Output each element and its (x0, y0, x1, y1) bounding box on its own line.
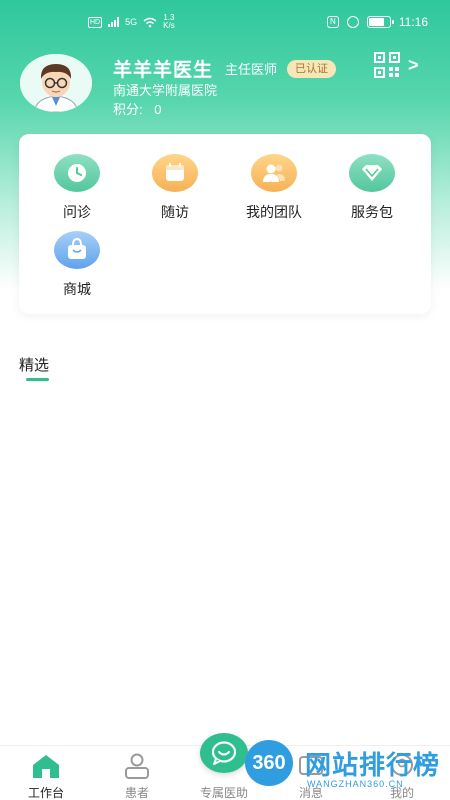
nav-messages-label: 消息 (298, 786, 323, 800)
network-speed: 1.3 K/s (163, 14, 175, 30)
battery-icon (366, 16, 394, 28)
profile-name-row: 羊羊羊医生 主任医师 已认证 (113, 55, 337, 82)
quick-actions-card: 问诊 随访 我的团队 服务包 商城 (19, 134, 431, 314)
clock-icon (54, 154, 100, 192)
certified-badge: 已认证 (287, 59, 337, 78)
battery-fill (368, 18, 385, 26)
profile-chevron-right-icon[interactable]: > (408, 55, 419, 76)
nfc-icon: N (326, 16, 339, 28)
hd-badge: HD (88, 16, 103, 28)
points-row: 积分: 0 (113, 99, 161, 118)
featured-tab[interactable]: 精选 (19, 354, 49, 375)
points-value: 0 (154, 102, 162, 117)
signal-label: 5G (125, 17, 138, 27)
doctor-title: 主任医师 (225, 62, 278, 77)
nav-patients-label: 患者 (124, 786, 149, 800)
points-label: 积分: (113, 102, 143, 117)
message-icon (279, 752, 343, 782)
nav-mine-label: 我的 (389, 786, 414, 800)
nav-assistant-label: 专属医助 (199, 786, 248, 800)
action-mall-label: 商城 (63, 281, 91, 297)
doctor-name: 羊羊羊医生 (113, 60, 214, 81)
action-mall[interactable]: 商城 (28, 231, 126, 299)
assistant-chat-button[interactable] (200, 733, 248, 773)
signal-icon (108, 17, 120, 27)
nav-patients[interactable]: 患者 (105, 746, 169, 800)
doctor-avatar[interactable] (20, 54, 92, 112)
status-left: HD 5G 1.3 K/s (88, 14, 175, 30)
action-followup-label: 随访 (161, 204, 189, 220)
calendar-icon (152, 154, 198, 192)
chat-icon (211, 741, 237, 765)
action-service-package[interactable]: 服务包 (323, 154, 421, 222)
action-my-team-label: 我的团队 (246, 204, 302, 220)
action-my-team[interactable]: 我的团队 (225, 154, 323, 222)
team-icon (251, 154, 297, 192)
diamond-icon (349, 154, 395, 192)
action-service-package-label: 服务包 (351, 204, 393, 220)
nav-mine[interactable]: 我的 (370, 746, 434, 800)
hospital-name: 南通大学附属医院 (113, 83, 218, 98)
wifi-icon (143, 17, 157, 27)
status-right: N 11:16 (326, 15, 428, 29)
status-bar: HD 5G 1.3 K/s N 11:16 (0, 0, 450, 44)
user-icon (370, 752, 434, 782)
alarm-icon (346, 16, 359, 28)
speed-unit: K/s (163, 21, 175, 30)
action-consult-label: 问诊 (63, 204, 91, 220)
nav-workbench[interactable]: 工作台 (14, 746, 78, 800)
status-time: 11:16 (398, 15, 428, 29)
nav-workbench-label: 工作台 (27, 786, 64, 800)
featured-tab-indicator (26, 378, 49, 381)
qr-code-icon (374, 52, 400, 78)
patient-icon (105, 752, 169, 782)
nav-messages[interactable]: 消息 (279, 746, 343, 800)
doctor-avatar-icon (20, 54, 92, 112)
home-icon (14, 752, 78, 782)
action-consult[interactable]: 问诊 (28, 154, 126, 222)
shopping-bag-icon (54, 231, 100, 269)
action-followup[interactable]: 随访 (126, 154, 224, 222)
qr-code-button[interactable] (374, 52, 400, 78)
